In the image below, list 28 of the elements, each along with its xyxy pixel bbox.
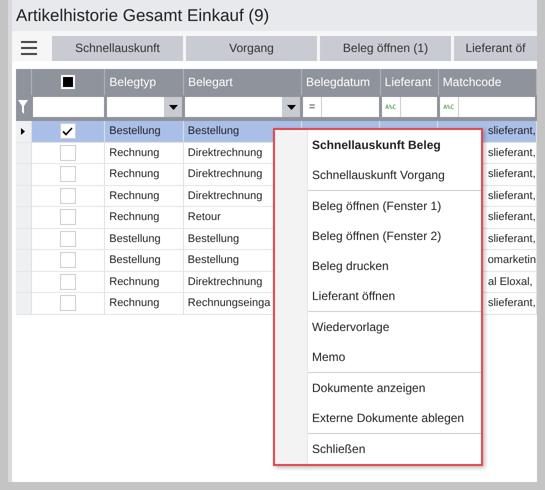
window-title: Artikelhistorie Gesamt Einkauf (9) xyxy=(16,6,270,26)
table-cell: Bestellung xyxy=(188,254,240,266)
table-cell: slieferant, xyxy=(488,190,536,202)
table-cell: Bestellung xyxy=(109,125,161,138)
table-cell: Direktrechnung xyxy=(188,168,262,180)
table-cell: Direktrechnung xyxy=(188,146,262,159)
table-cell: slieferant, xyxy=(488,297,536,310)
table-cell: al Eloxal, xyxy=(488,276,533,288)
table-cell: Bestellung xyxy=(109,254,161,266)
table-cell: slieferant, xyxy=(488,211,536,224)
table-cell: Retour xyxy=(188,211,221,224)
table-cell: Rechnung xyxy=(109,168,160,180)
table-cell: slieferant, xyxy=(488,232,536,245)
table-cell: Direktrechnung xyxy=(188,276,262,288)
table-cell: slieferant, xyxy=(488,146,536,159)
table-cell: slieferant, xyxy=(488,125,536,138)
table-cell: Rechnung xyxy=(109,276,160,288)
table-cell: Rechnung xyxy=(109,297,160,310)
table-cell: Direktrechnung xyxy=(188,190,262,202)
table-cell: Rechnung xyxy=(109,146,160,159)
table-cell: Bestellung xyxy=(109,232,161,245)
table-cell: Rechnung xyxy=(109,190,160,202)
table-cell: omarketin xyxy=(488,254,536,266)
table-cell: Bestellung xyxy=(188,232,240,245)
table-cell: Bestellung xyxy=(188,125,240,138)
table-cell: Rechnungseinga xyxy=(188,297,270,310)
table-cell: slieferant, xyxy=(488,168,536,180)
table-cell: Rechnung xyxy=(109,211,160,224)
